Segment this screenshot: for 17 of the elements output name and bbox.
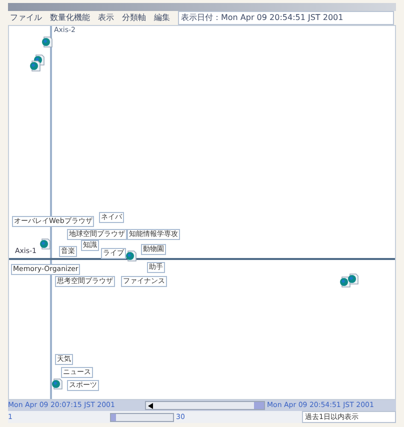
document-icon[interactable]	[125, 250, 137, 262]
menu-item[interactable]: ファイル	[10, 12, 42, 24]
menu-item[interactable]: 編集	[154, 12, 170, 24]
menu-item[interactable]: 数量化機能	[50, 12, 90, 24]
document-icon[interactable]	[41, 36, 53, 48]
menu-item[interactable]: 表示	[98, 12, 114, 24]
scrollbar-thumb[interactable]	[254, 402, 264, 409]
left-arrow-icon[interactable]	[148, 402, 154, 408]
document-icon[interactable]	[51, 378, 63, 390]
document-icon[interactable]	[339, 276, 351, 288]
timeline-scrollbar[interactable]	[145, 401, 265, 410]
document-icon[interactable]	[347, 273, 359, 285]
document-icon[interactable]	[29, 60, 41, 72]
date-display: 表示日付：Mon Apr 09 20:54:51 JST 2001	[178, 11, 394, 25]
menu-item[interactable]: 分類軸	[122, 12, 146, 24]
range-slider[interactable]	[110, 412, 174, 422]
document-icon[interactable]	[39, 238, 51, 250]
